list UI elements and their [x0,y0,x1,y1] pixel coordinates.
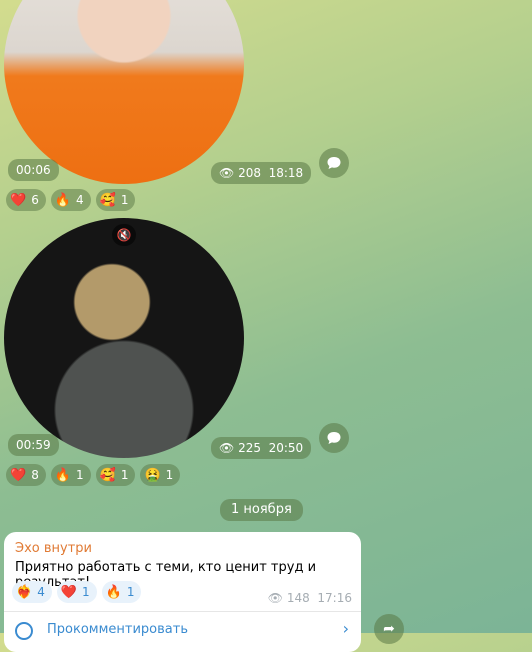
post-author[interactable]: Эхо внутри [15,541,92,556]
views-icon: 👁 [219,441,235,455]
views-icon: 👁 [219,166,235,180]
reaction[interactable]: 🥰 1 [95,464,136,486]
reaction[interactable]: 🤮 1 [140,464,181,486]
video-duration: 00:06 [8,159,59,181]
reaction[interactable]: ❤️ 6 [6,189,46,211]
reactions-1: ❤️ 6 🔥 4 🥰 1 [6,189,136,211]
comment-link[interactable]: Прокомментировать › [4,612,361,652]
views-icon: 👁 [267,591,284,605]
muted-icon[interactable]: 🔇 [112,224,136,246]
comment-icon [327,432,341,444]
message-meta: 👁 208 18:18 [211,162,312,184]
video-message-1[interactable] [4,0,244,184]
share-button[interactable]: ➦ [374,614,404,644]
reaction[interactable]: 🔥 1 [101,581,142,603]
comment-button[interactable] [319,148,349,178]
reaction[interactable]: ❤️ 1 [56,581,97,603]
reactions-2: ❤️ 8 🔥 1 🥰 1 🤮 1 [6,464,181,486]
post-meta: 👁 148 17:16 [267,591,352,605]
message-meta: 👁 225 20:50 [211,437,312,459]
share-icon: ➦ [383,621,395,637]
comment-label: Прокомментировать [47,622,188,637]
reaction[interactable]: 🔥 4 [50,189,91,211]
post-reactions: ❤️‍🔥 4 ❤️ 1 🔥 1 [12,581,142,603]
video-duration: 00:59 [8,434,59,456]
comment-button[interactable] [319,423,349,453]
date-separator: 1 ноября [220,499,303,521]
channel-post: Эхо внутри Приятно работать с теми, кто … [4,532,361,652]
reaction[interactable]: 🔥 1 [50,464,91,486]
reaction[interactable]: ❤️‍🔥 4 [12,581,52,603]
chevron-right-icon: › [342,619,349,638]
video-message-2[interactable] [4,218,244,458]
reaction[interactable]: 🥰 1 [95,189,136,211]
comment-icon [327,157,341,169]
comments-avatar-icon [15,622,33,640]
reaction[interactable]: ❤️ 8 [6,464,46,486]
